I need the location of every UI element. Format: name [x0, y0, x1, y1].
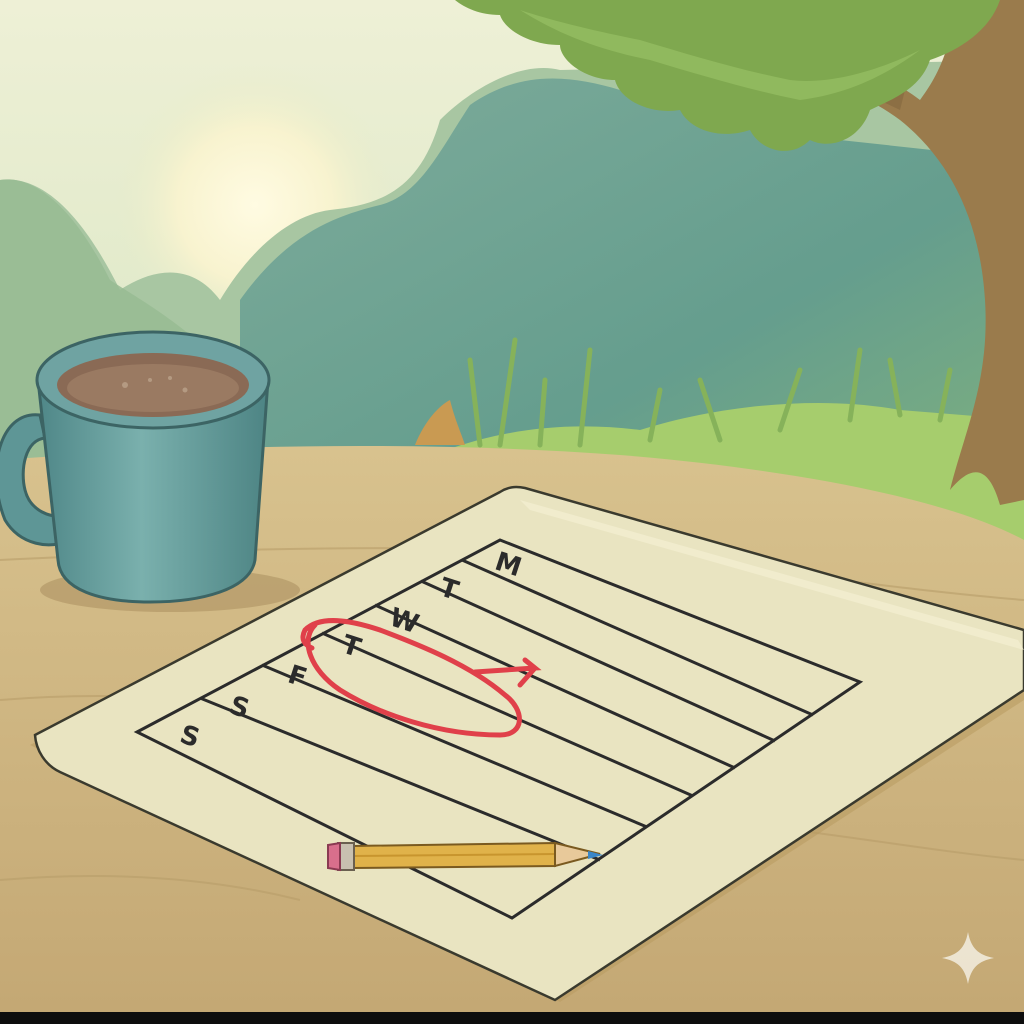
- illustration-scene: M T W T F S S: [0, 0, 1024, 1024]
- bottom-bar: [0, 1012, 1024, 1024]
